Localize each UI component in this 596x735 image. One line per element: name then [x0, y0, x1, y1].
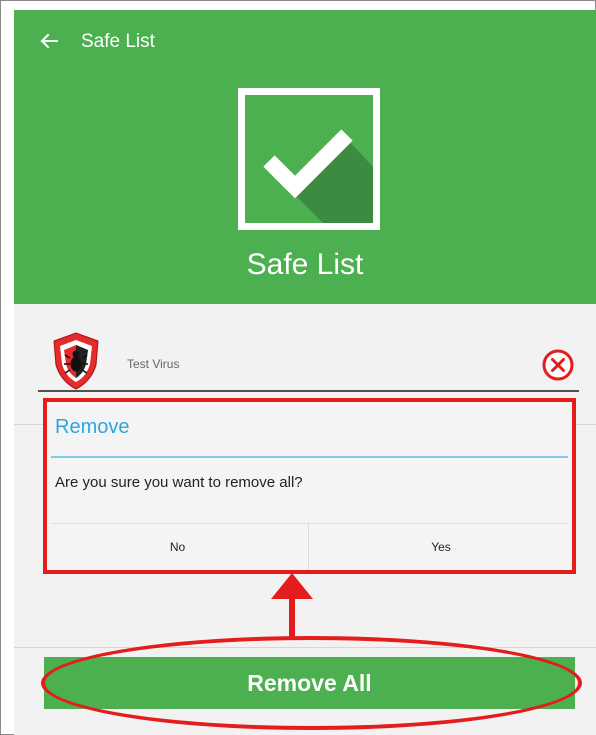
- toolbar-title: Safe List: [81, 31, 155, 52]
- arrow-up-icon: [271, 573, 313, 639]
- virus-shield-icon: [53, 332, 99, 390]
- item-divider: [38, 390, 579, 392]
- dialog-message: Are you sure you want to remove all?: [55, 474, 303, 491]
- close-circle-icon[interactable]: [541, 348, 575, 382]
- arrow-left-icon[interactable]: [38, 30, 60, 52]
- hero-title: Safe List: [246, 248, 364, 281]
- dialog-title: Remove: [55, 416, 130, 438]
- app-header: Safe List Safe List: [14, 10, 596, 304]
- no-button[interactable]: No: [47, 524, 309, 570]
- checkmark-icon: [238, 88, 380, 230]
- highlight-ellipse: [41, 636, 582, 730]
- yes-button[interactable]: Yes: [310, 524, 572, 570]
- dialog-title-divider: [51, 456, 568, 458]
- remove-confirm-dialog: Remove Are you sure you want to remove a…: [43, 398, 576, 574]
- screenshot-frame: Safe List Safe List Test Virus Remove Ar…: [0, 0, 596, 735]
- list-item[interactable]: Test Virus: [38, 331, 578, 395]
- virus-name: Test Virus: [127, 357, 180, 371]
